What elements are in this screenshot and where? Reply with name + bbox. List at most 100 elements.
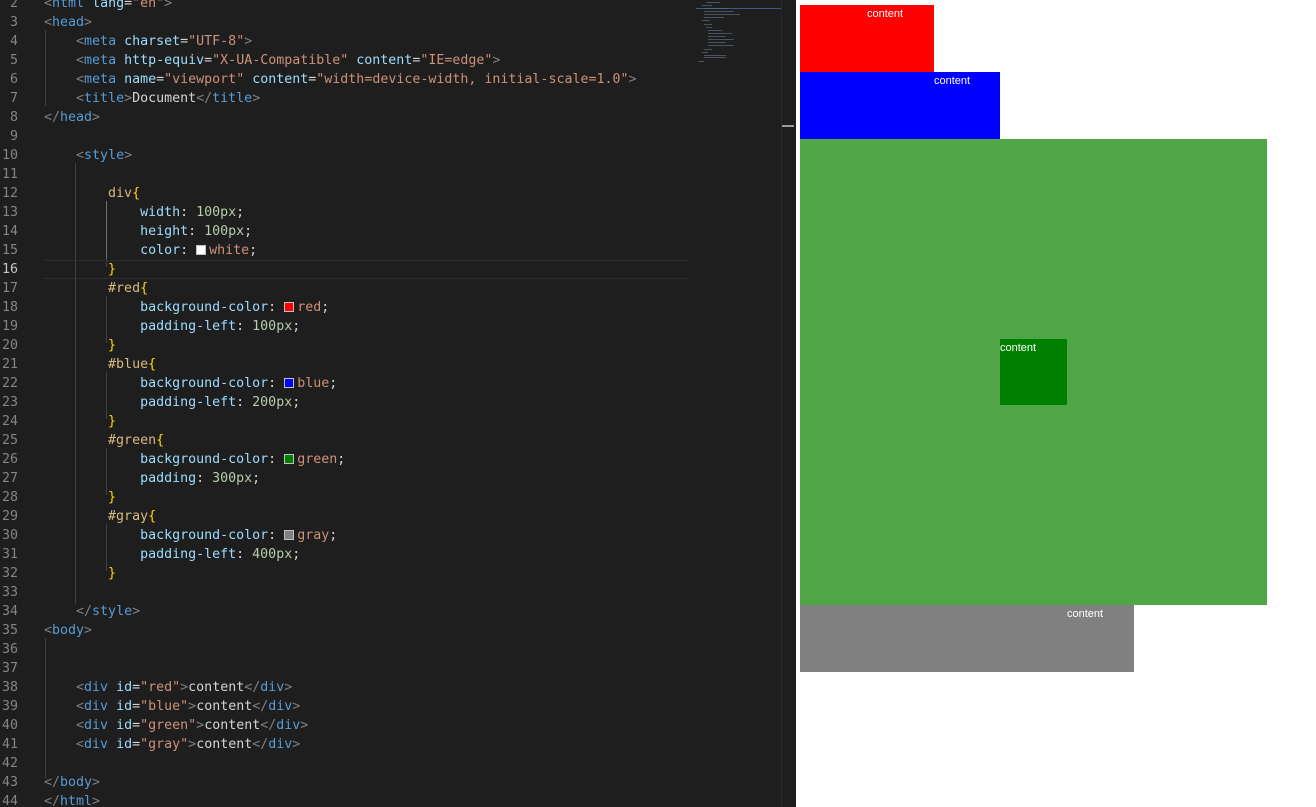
code-line-4: <meta charset="UTF-8"> bbox=[76, 34, 253, 49]
line-number: 42 bbox=[1, 756, 18, 771]
line-number: 41 bbox=[1, 737, 18, 752]
green-box-content-area: content bbox=[1000, 339, 1067, 405]
browser-preview: content content content content bbox=[796, 0, 1316, 807]
red-box-content: content bbox=[867, 8, 904, 20]
code-line-10: <style> bbox=[76, 148, 133, 163]
code-line-8: </head> bbox=[44, 110, 101, 125]
code-line-44: </html> bbox=[44, 794, 101, 807]
line-number: 33 bbox=[1, 585, 18, 600]
line-number: 14 bbox=[1, 224, 18, 239]
line-number: 23 bbox=[1, 395, 18, 410]
line-number: 18 bbox=[1, 300, 18, 315]
line-number: 38 bbox=[1, 680, 18, 695]
color-swatch-gray[interactable] bbox=[284, 530, 295, 540]
code-line-18: background-color: red; bbox=[140, 300, 330, 315]
code-line-6: <meta name="viewport" content="width=dev… bbox=[76, 72, 637, 87]
minimap[interactable] bbox=[696, 0, 782, 70]
color-swatch-green[interactable] bbox=[284, 454, 295, 464]
line-number: 44 bbox=[1, 794, 18, 807]
green-box: content bbox=[800, 139, 1267, 605]
line-number: 6 bbox=[9, 72, 18, 87]
minimap-line bbox=[704, 14, 740, 15]
line-number: 26 bbox=[1, 452, 18, 467]
minimap-line bbox=[706, 2, 720, 3]
code-line-20: } bbox=[108, 338, 117, 353]
code-line-22: background-color: blue; bbox=[140, 376, 338, 391]
code-line-28: } bbox=[108, 490, 117, 505]
code-line-24: } bbox=[108, 414, 117, 429]
line-number: 16 bbox=[1, 262, 18, 277]
minimap-line bbox=[704, 8, 728, 9]
code-line-41: <div id="gray">content</div> bbox=[76, 737, 301, 752]
line-number: 29 bbox=[1, 509, 18, 524]
minimap-line bbox=[708, 45, 734, 46]
line-number: 37 bbox=[1, 661, 18, 676]
code-editor[interactable]: 2 3 4 5 6 7 8 9 10 11 12 13 14 15 16 17 18 19 20 21 22 23 24 25… bbox=[0, 0, 796, 807]
line-number: 19 bbox=[1, 319, 18, 334]
line-number: 8 bbox=[9, 110, 18, 125]
code-line-27: padding: 300px; bbox=[140, 471, 261, 486]
code-line-43: </body> bbox=[44, 775, 101, 790]
code-line-2: <html lang="en"> bbox=[44, 0, 173, 11]
line-number: 24 bbox=[1, 414, 18, 429]
code-line-23: padding-left: 200px; bbox=[140, 395, 301, 410]
line-number: 2 bbox=[9, 0, 18, 11]
line-number: 25 bbox=[1, 433, 18, 448]
line-number: 7 bbox=[9, 91, 18, 106]
green-box-content: content bbox=[1000, 342, 1037, 354]
minimap-line bbox=[704, 17, 724, 18]
scrollbar-cursor-marker bbox=[782, 125, 794, 127]
line-number: 13 bbox=[1, 205, 18, 220]
minimap-line bbox=[702, 5, 712, 6]
line-number: 12 bbox=[1, 186, 18, 201]
color-swatch-white[interactable] bbox=[196, 245, 207, 255]
code-line-35: <body> bbox=[44, 623, 93, 638]
line-number: 10 bbox=[1, 148, 18, 163]
code-line-25: #green{ bbox=[108, 433, 165, 448]
code-line-19: padding-left: 100px; bbox=[140, 319, 301, 334]
gray-box: content bbox=[800, 605, 1134, 672]
code-line-3: <head> bbox=[44, 15, 93, 30]
line-number: 35 bbox=[1, 623, 18, 638]
line-number: 9 bbox=[9, 129, 18, 144]
line-number: 31 bbox=[1, 547, 18, 562]
line-number: 34 bbox=[1, 604, 18, 619]
code-line-14: height: 100px; bbox=[140, 224, 253, 239]
line-number: 21 bbox=[1, 357, 18, 372]
minimap-line bbox=[698, 61, 704, 62]
line-number: 28 bbox=[1, 490, 18, 505]
code-area[interactable]: <html lang="en"> <head> <meta charset="U… bbox=[44, 0, 796, 807]
code-line-15: color: white; bbox=[140, 243, 258, 258]
code-line-13: width: 100px; bbox=[140, 205, 245, 220]
code-line-26: background-color: green; bbox=[140, 452, 346, 467]
minimap-line bbox=[708, 39, 734, 40]
code-line-5: <meta http-equiv="X-UA-Compatible" conte… bbox=[76, 53, 501, 68]
code-line-34: </style> bbox=[76, 604, 141, 619]
color-swatch-red[interactable] bbox=[284, 302, 295, 312]
line-number: 27 bbox=[1, 471, 18, 486]
line-number: 22 bbox=[1, 376, 18, 391]
minimap-line bbox=[704, 24, 712, 25]
vertical-scrollbar-track[interactable] bbox=[781, 0, 782, 807]
minimap-line bbox=[702, 20, 710, 21]
minimap-line bbox=[708, 30, 722, 31]
line-number: 40 bbox=[1, 718, 18, 733]
color-swatch-blue[interactable] bbox=[284, 378, 295, 388]
code-line-29: #gray{ bbox=[108, 509, 157, 524]
blue-box: content bbox=[800, 72, 1000, 139]
line-number: 5 bbox=[9, 53, 18, 68]
code-line-16: } bbox=[108, 262, 117, 277]
code-line-30: background-color: gray; bbox=[140, 528, 338, 543]
line-number-gutter: 2 3 4 5 6 7 8 9 10 11 12 13 14 15 16 17 18 19 20 21 22 23 24 25… bbox=[0, 0, 40, 807]
line-number: 15 bbox=[1, 243, 18, 258]
line-number: 17 bbox=[1, 281, 18, 296]
code-line-32: } bbox=[108, 566, 117, 581]
code-line-21: #blue{ bbox=[108, 357, 157, 372]
code-line-39: <div id="blue">content</div> bbox=[76, 699, 301, 714]
line-number: 30 bbox=[1, 528, 18, 543]
minimap-line bbox=[708, 33, 732, 34]
line-number: 11 bbox=[1, 167, 18, 182]
code-line-40: <div id="green">content</div> bbox=[76, 718, 309, 733]
code-line-38: <div id="red">content</div> bbox=[76, 680, 293, 695]
minimap-line bbox=[704, 55, 726, 56]
